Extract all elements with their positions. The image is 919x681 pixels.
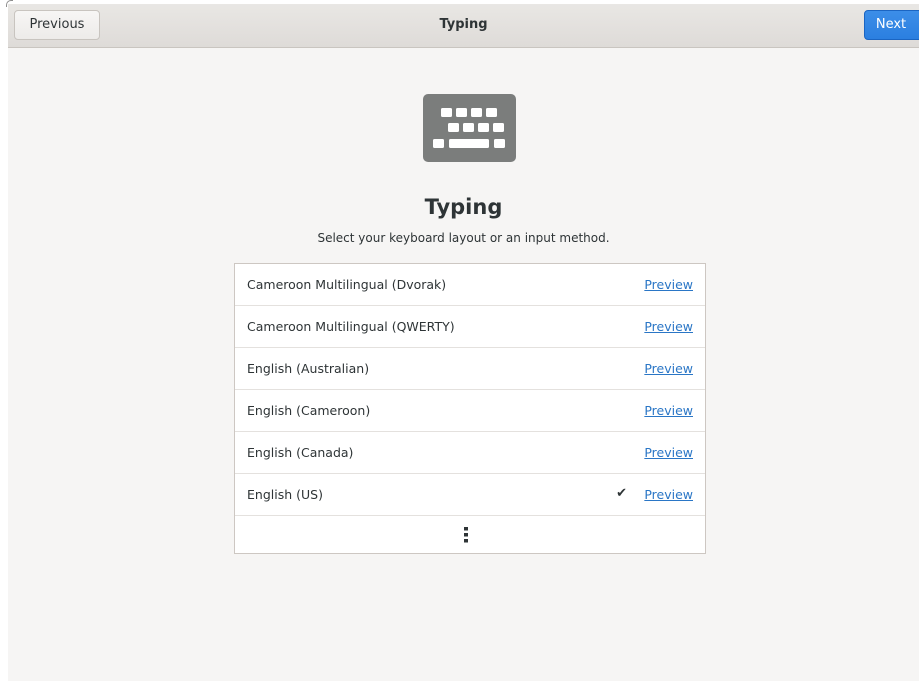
layout-label: Cameroon Multilingual (QWERTY) — [247, 319, 455, 334]
header-bar: Previous Typing Next — [8, 4, 919, 48]
preview-link[interactable]: Preview — [644, 319, 693, 334]
setup-window: Previous Typing Next Typing Select your … — [8, 4, 919, 681]
layout-label: English (Canada) — [247, 445, 354, 460]
layout-label: English (US) — [247, 487, 323, 502]
keyboard-layout-list: Cameroon Multilingual (Dvorak) Preview C… — [234, 263, 706, 554]
preview-link[interactable]: Preview — [644, 277, 693, 292]
preview-link[interactable]: Preview — [644, 445, 693, 460]
preview-link[interactable]: Preview — [644, 361, 693, 376]
next-button[interactable]: Next — [864, 10, 919, 40]
preview-link[interactable]: Preview — [644, 403, 693, 418]
layout-row-cameroon-dvorak[interactable]: Cameroon Multilingual (Dvorak) Preview — [235, 264, 705, 306]
more-vertical-icon — [464, 527, 468, 543]
layout-label: English (Australian) — [247, 361, 370, 376]
preview-link[interactable]: Preview — [644, 487, 693, 502]
keyboard-icon — [423, 94, 516, 162]
header-title: Typing — [439, 17, 488, 32]
more-layouts-button[interactable] — [235, 516, 705, 553]
layout-label: English (Cameroon) — [247, 403, 371, 418]
layout-row-english-canada[interactable]: English (Canada) Preview — [235, 432, 705, 474]
checkmark-icon: ✔ — [616, 486, 627, 501]
layout-row-english-cameroon[interactable]: English (Cameroon) Preview — [235, 390, 705, 432]
layout-row-cameroon-qwerty[interactable]: Cameroon Multilingual (QWERTY) Preview — [235, 306, 705, 348]
layout-label: Cameroon Multilingual (Dvorak) — [247, 277, 447, 292]
page-title: Typing — [424, 195, 503, 219]
layout-row-english-australian[interactable]: English (Australian) Preview — [235, 348, 705, 390]
layout-row-english-us[interactable]: English (US) ✔ Preview — [235, 474, 705, 516]
page-subtitle: Select your keyboard layout or an input … — [317, 231, 610, 245]
window-corner — [6, 0, 13, 7]
